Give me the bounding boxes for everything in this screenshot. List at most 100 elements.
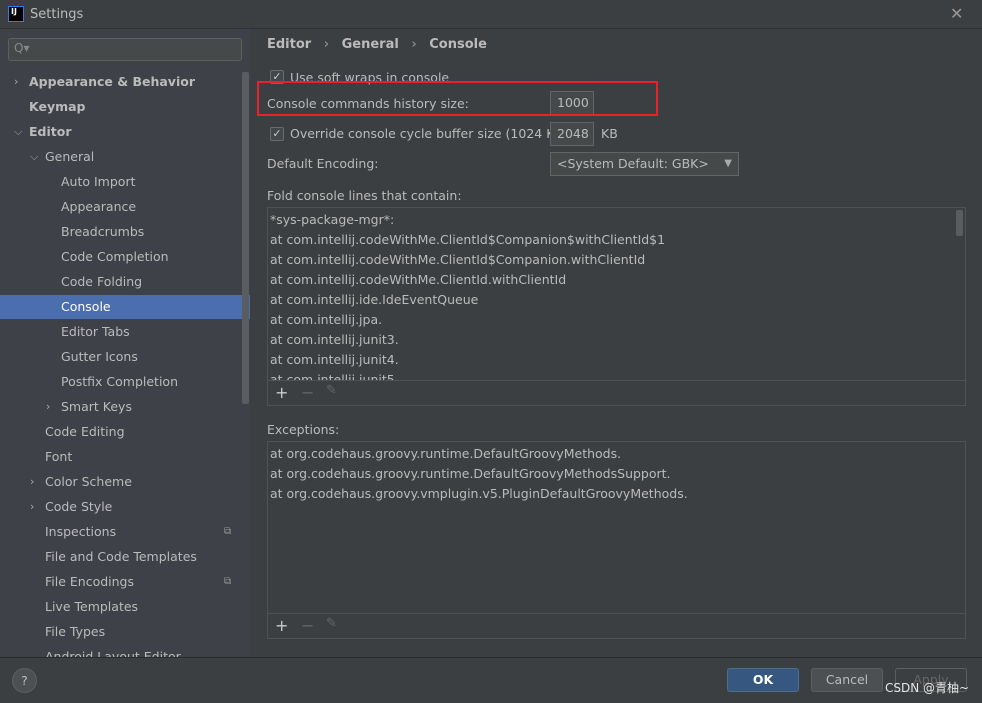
breadcrumb: Editor › General › Console	[267, 37, 487, 52]
cancel-button[interactable]: Cancel	[811, 668, 883, 692]
sidebar-item-smart-keys[interactable]: › Smart Keys	[0, 395, 242, 419]
highlight-box	[257, 81, 658, 116]
sidebar-item-label: Appearance	[61, 199, 137, 214]
sidebar-item-color-scheme[interactable]: › Color Scheme	[0, 470, 242, 494]
help-button[interactable]: ?	[12, 668, 37, 693]
sidebar-item-live-templates[interactable]: Live Templates	[0, 595, 242, 619]
encoding-label: Default Encoding:	[267, 156, 379, 171]
sidebar-item-label: Live Templates	[45, 599, 139, 614]
encoding-value: <System Default: GBK>	[557, 156, 709, 171]
exceptions-label: Exceptions:	[267, 422, 340, 437]
sidebar-item-editor-tabs[interactable]: Editor Tabs	[0, 320, 242, 344]
sidebar-item-file-encodings[interactable]: File Encodings ⧉	[0, 570, 242, 594]
sidebar-item-postfix-completion[interactable]: Postfix Completion	[0, 370, 242, 394]
sidebar-item-label: Auto Import	[61, 174, 136, 189]
override-buffer-label: Override console cycle buffer size (1024…	[290, 126, 568, 141]
list-item[interactable]: at com.intellij.junit3.	[268, 330, 965, 350]
sidebar-item-label: Keymap	[29, 99, 86, 114]
sidebar-item-label: Gutter Icons	[61, 349, 138, 364]
sidebar-item-appearance-behavior[interactable]: › Appearance & Behavior	[0, 70, 242, 94]
chevron-down-icon[interactable]: ⌵	[14, 120, 22, 144]
sidebar-item-label: Code Editing	[45, 424, 125, 439]
copy-icon: ⧉	[224, 576, 232, 587]
list-item[interactable]: at com.intellij.junit5.	[268, 370, 965, 380]
sidebar-item-general[interactable]: ⌵ General	[0, 145, 242, 169]
sidebar-item-label: File and Code Templates	[45, 549, 197, 564]
sidebar-item-label: Console	[61, 299, 111, 314]
sidebar-item-label: Postfix Completion	[61, 374, 178, 389]
copy-icon: ⧉	[224, 526, 232, 537]
list-item[interactable]: at org.codehaus.groovy.runtime.DefaultGr…	[268, 444, 965, 464]
sidebar-item-inspections[interactable]: Inspections ⧉	[0, 520, 242, 544]
sidebar-scrollbar[interactable]	[242, 72, 249, 404]
encoding-select[interactable]: <System Default: GBK> ▼	[550, 152, 739, 176]
sidebar-item-console[interactable]: Console	[0, 295, 250, 319]
search-icon: Q▾	[14, 41, 30, 55]
ok-button[interactable]: OK	[727, 668, 799, 692]
sidebar-item-label: Appearance & Behavior	[29, 74, 195, 89]
settings-tree: › Appearance & Behavior Keymap ⌵ Editor ⌵ Gene…	[0, 70, 250, 657]
edit-icon[interactable]: ✎	[326, 383, 337, 398]
exceptions-list-toolbar: + − ✎	[268, 613, 965, 638]
sidebar-item-label: Smart Keys	[61, 399, 132, 414]
chevron-down-icon: ▼	[724, 158, 732, 169]
buffer-unit: KB	[601, 126, 618, 141]
sidebar-item-code-style[interactable]: › Code Style	[0, 495, 242, 519]
close-icon[interactable]: ✕	[950, 4, 963, 23]
sidebar-item-label: Font	[45, 449, 73, 464]
remove-icon[interactable]: −	[301, 383, 314, 402]
watermark: CSDN @青柚~	[885, 681, 970, 695]
window-title: Settings	[30, 7, 84, 22]
sidebar-item-gutter-icons[interactable]: Gutter Icons	[0, 345, 242, 369]
sidebar-item-file-and-code-templates[interactable]: File and Code Templates	[0, 545, 242, 569]
override-buffer-checkbox[interactable]: ✓	[270, 127, 284, 141]
edit-icon[interactable]: ✎	[326, 616, 337, 631]
add-icon[interactable]: +	[275, 616, 288, 635]
sidebar-item-label: Editor	[29, 124, 72, 139]
sidebar-item-label: Code Completion	[61, 249, 169, 264]
sidebar-item-label: Editor Tabs	[61, 324, 130, 339]
list-item[interactable]: at com.intellij.ide.IdeEventQueue	[268, 290, 965, 310]
sidebar-item-code-editing[interactable]: Code Editing	[0, 420, 242, 444]
add-icon[interactable]: +	[275, 383, 288, 402]
list-item[interactable]: at com.intellij.junit4.	[268, 350, 965, 370]
sidebar-item-keymap[interactable]: Keymap	[0, 95, 242, 119]
sidebar-item-breadcrumbs[interactable]: Breadcrumbs	[0, 220, 242, 244]
sidebar-item-android-layout-editor[interactable]: Android Layout Editor	[0, 645, 242, 657]
chevron-right-icon[interactable]: ›	[46, 395, 50, 419]
chevron-right-icon[interactable]: ›	[30, 495, 34, 519]
sidebar-item-label: Breadcrumbs	[61, 224, 145, 239]
sidebar-item-font[interactable]: Font	[0, 445, 242, 469]
sidebar-item-editor[interactable]: ⌵ Editor	[0, 120, 242, 144]
list-item[interactable]: at com.intellij.codeWithMe.ClientId$Comp…	[268, 250, 965, 270]
search-input[interactable]: Q▾	[8, 38, 242, 61]
list-item[interactable]: at org.codehaus.groovy.runtime.DefaultGr…	[268, 464, 965, 484]
chevron-right-icon[interactable]: ›	[14, 70, 18, 94]
sidebar-item-label: Inspections	[45, 524, 117, 539]
list-item[interactable]: at com.intellij.codeWithMe.ClientId$Comp…	[268, 230, 965, 250]
sidebar-item-label: Color Scheme	[45, 474, 132, 489]
exceptions-list: at org.codehaus.groovy.runtime.DefaultGr…	[267, 441, 966, 639]
fold-list-toolbar: + − ✎	[268, 380, 965, 405]
list-item[interactable]: at com.intellij.codeWithMe.ClientId.with…	[268, 270, 965, 290]
buffer-size-input[interactable]: 2048	[550, 122, 594, 146]
sidebar-item-code-completion[interactable]: Code Completion	[0, 245, 242, 269]
sidebar-item-auto-import[interactable]: Auto Import	[0, 170, 242, 194]
sidebar-item-label: Android Layout Editor	[45, 649, 181, 657]
intellij-logo-icon: IJ	[8, 6, 24, 22]
sidebar-item-appearance[interactable]: Appearance	[0, 195, 242, 219]
breadcrumb-editor[interactable]: Editor	[267, 37, 311, 52]
sidebar-item-file-types[interactable]: File Types	[0, 620, 242, 644]
list-item[interactable]: at com.intellij.jpa.	[268, 310, 965, 330]
fold-list-scrollbar[interactable]	[956, 210, 963, 236]
chevron-right-icon[interactable]: ›	[30, 470, 34, 494]
list-item[interactable]: at org.codehaus.groovy.vmplugin.v5.Plugi…	[268, 484, 965, 504]
chevron-down-icon[interactable]: ⌵	[30, 145, 38, 169]
title-bar: IJ Settings ✕	[0, 0, 982, 29]
remove-icon[interactable]: −	[301, 616, 314, 635]
breadcrumb-general[interactable]: General	[342, 37, 399, 52]
list-item[interactable]: *sys-package-mgr*:	[268, 210, 965, 230]
sidebar-item-label: General	[45, 149, 95, 164]
sidebar-item-label: File Types	[45, 624, 106, 639]
sidebar-item-code-folding[interactable]: Code Folding	[0, 270, 242, 294]
